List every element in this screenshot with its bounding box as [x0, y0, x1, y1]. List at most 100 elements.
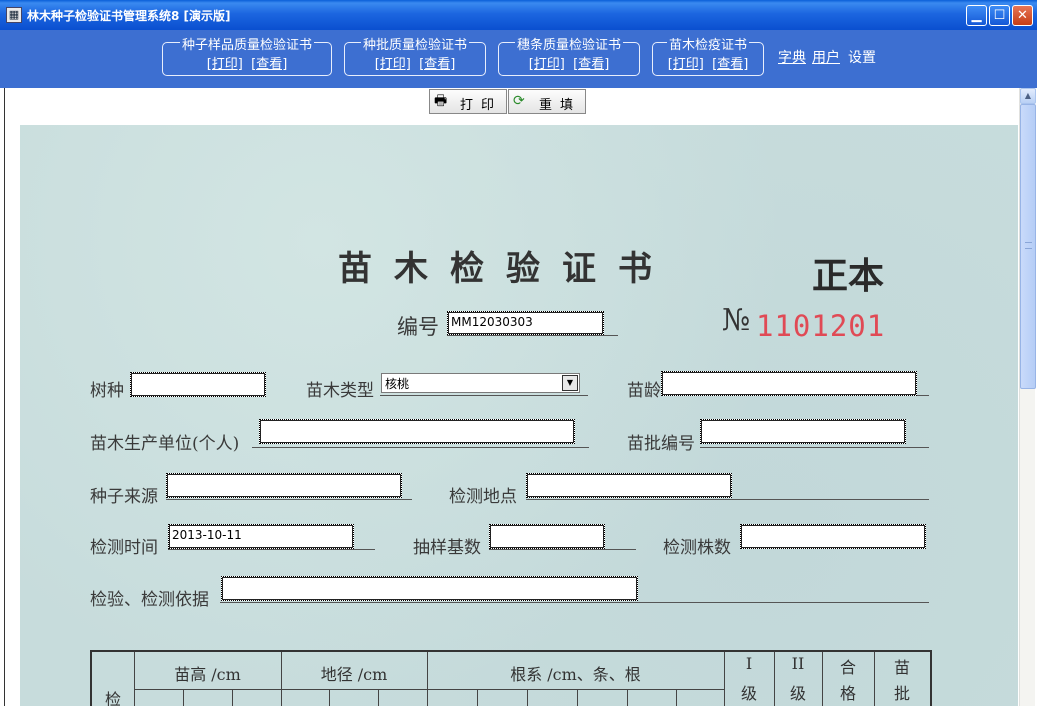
group-seed-sample-cert: 种子样品质量检验证书 [打印] [查看] [162, 38, 332, 76]
test-count-field[interactable] [740, 524, 926, 549]
table-header-line2: 级 [740, 684, 757, 703]
test-site-label: 检测地点 [449, 487, 517, 507]
underline [168, 549, 375, 550]
table-header: 苗 [893, 658, 910, 677]
seedling-type-select[interactable]: 核桃 ▼ [381, 373, 580, 393]
settings-link[interactable]: 设置 [848, 47, 876, 67]
underline [526, 499, 929, 500]
underline [252, 447, 589, 448]
reset-button-label: 重填 [539, 98, 582, 113]
table-header-line2: 格 [839, 684, 856, 703]
print-button[interactable]: 🖶 打印 [429, 89, 507, 114]
certificate-paper: 苗木检验证书 正本 编号 MM12030303 № 1101201 树种 苗木类… [20, 125, 1018, 706]
test-time-label: 检测时间 [90, 538, 158, 558]
table-divider [477, 689, 478, 706]
table-divider [329, 689, 330, 706]
title-bar: ▦ 林木种子检验证书管理系统8 [演示版] ▁ ☐ ✕ [0, 0, 1037, 30]
content-area: 🖶 打印 ⟳ 重填 苗木检验证书 正本 编号 MM12030303 № 1101… [0, 88, 1037, 706]
table-header-line2: 批 [893, 684, 910, 703]
left-border [4, 88, 5, 706]
table-divider [232, 689, 233, 706]
producer-label: 苗木生产单位(个人) [90, 434, 240, 454]
printer-icon: 🖶 [434, 93, 448, 109]
print-link[interactable]: [打印] [207, 57, 243, 72]
table-header: 合 [839, 658, 856, 677]
sample-base-field[interactable] [489, 524, 605, 549]
view-link[interactable]: [查看] [712, 57, 748, 72]
table-divider [627, 689, 628, 706]
top-toolbar: 种子样品质量检验证书 [打印] [查看] 种批质量检验证书 [打印] [查看] … [0, 30, 1037, 88]
test-count-label: 检测株数 [663, 538, 731, 558]
table-divider [378, 689, 379, 706]
scroll-up-icon[interactable]: ▲ [1020, 88, 1036, 104]
table-header: I [745, 654, 753, 673]
view-link[interactable]: [查看] [573, 57, 609, 72]
dictionary-link[interactable]: 字典 [778, 47, 806, 67]
test-site-field[interactable] [526, 473, 732, 498]
basis-label: 检验、检测依据 [90, 590, 209, 610]
app-window: ▦ 林木种子检验证书管理系统8 [演示版] ▁ ☐ ✕ 种子样品质量检验证书 [… [0, 0, 1037, 706]
group-quarantine-cert: 苗木检疫证书 [打印] [查看] [652, 38, 764, 76]
group-title: 苗木检疫证书 [666, 38, 749, 53]
reset-button[interactable]: ⟳ 重填 [508, 89, 586, 114]
view-link[interactable]: [查看] [251, 57, 287, 72]
refresh-icon: ⟳ [513, 93, 525, 109]
group-scion-cert: 穗条质量检验证书 [打印] [查看] [498, 38, 640, 76]
producer-field[interactable] [259, 419, 575, 444]
table-divider [676, 689, 677, 706]
no-mark: № [722, 303, 751, 338]
vertical-scrollbar[interactable]: ▲ [1019, 88, 1036, 706]
group-title: 种子样品质量检验证书 [179, 38, 314, 53]
species-label: 树种 [90, 381, 124, 401]
group-title: 穗条质量检验证书 [514, 38, 623, 53]
certificate-title: 苗木检验证书 [338, 249, 674, 289]
seed-source-label: 种子来源 [90, 487, 158, 507]
underline [166, 499, 412, 500]
table-header: II [791, 654, 805, 673]
user-link[interactable]: 用户 [812, 47, 840, 67]
copy-type: 正本 [812, 256, 885, 297]
table-divider [183, 689, 184, 706]
batch-no-field[interactable] [700, 419, 906, 444]
table-divider [577, 689, 578, 706]
batch-no-label: 苗批编号 [627, 434, 695, 454]
serial-number: 1101201 [756, 309, 886, 343]
maximize-icon[interactable]: ☐ [989, 5, 1010, 26]
table-divider [527, 689, 528, 706]
seedling-type-value: 核桃 [385, 377, 410, 391]
table-header-line2: 级 [789, 684, 806, 703]
age-label: 苗龄 [627, 381, 661, 401]
underline [700, 447, 929, 448]
underline [489, 549, 636, 550]
number-field[interactable]: MM12030303 [447, 311, 604, 335]
table-header: 根系 /cm、条、根 [510, 665, 641, 684]
grip-icon [1025, 242, 1032, 249]
species-field[interactable] [130, 372, 266, 397]
print-button-label: 打印 [460, 98, 503, 113]
age-field[interactable] [661, 371, 917, 396]
underline [380, 395, 588, 396]
test-time-field[interactable]: 2013-10-11 [168, 524, 354, 549]
calculator-icon: ▦ [6, 7, 22, 23]
sample-base-label: 抽样基数 [413, 538, 481, 558]
underline [220, 602, 929, 603]
window-title: 林木种子检验证书管理系统8 [演示版] [27, 9, 231, 23]
close-icon[interactable]: ✕ [1012, 5, 1033, 26]
basis-field[interactable] [221, 576, 638, 601]
inspection-table: 检 苗高 /cm 地径 /cm 根系 /cm、条、根 I II 合 苗 级 级 … [90, 650, 932, 706]
underline [447, 335, 618, 336]
minimize-icon[interactable]: ▁ [966, 5, 987, 26]
chevron-down-icon[interactable]: ▼ [562, 375, 578, 391]
print-link[interactable]: [打印] [668, 57, 704, 72]
seed-source-field[interactable] [166, 473, 402, 498]
table-header: 苗高 /cm [174, 665, 241, 684]
group-title: 种批质量检验证书 [360, 38, 469, 53]
scroll-thumb[interactable] [1020, 104, 1036, 389]
table-divider [134, 689, 724, 690]
seedling-type-label: 苗木类型 [306, 381, 374, 401]
view-link[interactable]: [查看] [419, 57, 455, 72]
table-header: 地径 /cm [320, 665, 388, 684]
print-link[interactable]: [打印] [529, 57, 565, 72]
print-link[interactable]: [打印] [375, 57, 411, 72]
number-label: 编号 [397, 315, 439, 339]
